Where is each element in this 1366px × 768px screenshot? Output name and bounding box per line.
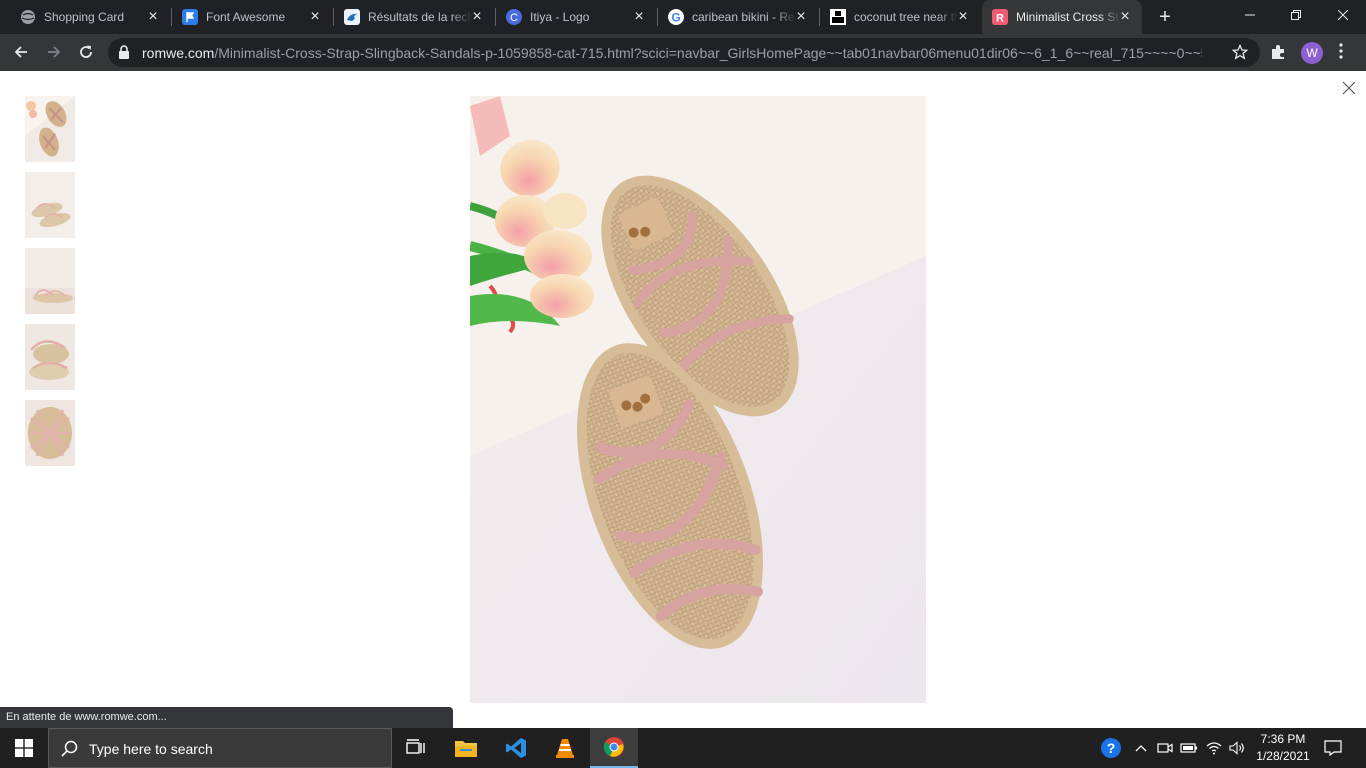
tab-title: Shopping Card [44, 10, 125, 24]
romwe-icon: R [992, 9, 1008, 25]
close-window-icon [1338, 10, 1348, 20]
minimize-icon [1245, 14, 1255, 16]
vlc-cone-icon [556, 739, 574, 758]
new-tab-button[interactable]: + [1155, 7, 1175, 27]
folder-icon [455, 741, 477, 757]
speaker-icon [1229, 741, 1244, 755]
status-bar: En attente de www.romwe.com... [0, 707, 453, 728]
address-bar[interactable]: romwe.com/Minimalist-Cross-Strap-Slingba… [108, 38, 1260, 67]
notification-icon [1324, 740, 1342, 756]
back-button[interactable] [7, 38, 35, 66]
restore-icon [1291, 10, 1301, 20]
tab-minimalist-cross[interactable]: R Minimalist Cross Strap Slingback Sanda… [982, 0, 1142, 34]
url-host: romwe.com [142, 45, 215, 61]
taskbar-search-box[interactable]: Type here to search [48, 728, 392, 768]
bird-icon [344, 9, 360, 25]
thumbnail-5[interactable] [25, 400, 75, 466]
thumbnail-4[interactable] [25, 324, 75, 390]
task-view-button[interactable] [392, 728, 440, 768]
unsplash-icon [830, 9, 846, 25]
tab-title: Itiya - Logo [530, 10, 590, 24]
camera-icon [1157, 743, 1173, 753]
task-view-icon [406, 739, 425, 754]
thumbnail-1[interactable] [25, 96, 75, 162]
vscode-icon [506, 738, 526, 758]
forward-button[interactable] [40, 38, 68, 66]
chevron-up-icon [1135, 745, 1147, 752]
network-button[interactable] [1205, 728, 1223, 768]
globe-icon [20, 9, 36, 25]
search-placeholder: Type here to search [89, 741, 213, 757]
profile-avatar[interactable]: W [1301, 42, 1323, 64]
lock-icon [118, 45, 130, 64]
tab-title: coconut tree near the beach [854, 10, 958, 24]
file-explorer-button[interactable] [442, 728, 490, 768]
battery-icon [1180, 743, 1197, 753]
tab-title: Résultats de la recherche [368, 10, 472, 24]
search-icon [61, 740, 79, 763]
tab-title: caribean bikini - Recherche Google [692, 10, 796, 24]
close-icon[interactable]: × [956, 9, 970, 25]
close-icon[interactable]: × [308, 9, 322, 25]
chrome-button[interactable] [590, 728, 638, 768]
back-arrow-icon [14, 46, 27, 58]
svg-text:G: G [671, 11, 680, 25]
close-icon[interactable]: × [146, 9, 160, 25]
clock-time: 7:36 PM [1260, 732, 1306, 746]
tab-coconut-tree[interactable]: coconut tree near the beach × [820, 0, 980, 34]
minimize-button[interactable] [1227, 0, 1273, 30]
main-product-image [470, 96, 926, 703]
volume-button[interactable] [1228, 728, 1246, 768]
menu-dots-icon[interactable] [1339, 43, 1343, 64]
chrome-icon [603, 737, 624, 757]
close-icon [1342, 81, 1356, 95]
windows-taskbar: Type here to search ? 7:36 PM 1/28/2021 [0, 728, 1366, 768]
reload-icon [80, 45, 92, 58]
svg-text:C: C [510, 12, 518, 24]
reload-button[interactable] [72, 38, 100, 66]
tab-title: Minimalist Cross Strap Slingback Sandals [1016, 10, 1120, 24]
meet-now-button[interactable] [1156, 728, 1174, 768]
extensions-puzzle-icon[interactable] [1270, 44, 1286, 65]
wifi-icon [1206, 742, 1222, 755]
close-viewer-button[interactable] [1341, 80, 1357, 96]
clock[interactable]: 7:36 PM 1/28/2021 [1248, 731, 1318, 765]
tab-caribean-bikini[interactable]: G caribean bikini - Recherche Google × [658, 0, 818, 34]
product-image-viewer: En attente de www.romwe.com... [0, 71, 1366, 728]
battery-button[interactable] [1179, 728, 1199, 768]
vscode-button[interactable] [492, 728, 540, 768]
windows-logo-icon [15, 739, 33, 757]
svg-text:?: ? [1107, 740, 1116, 756]
tab-strip: Shopping Card × Font Awesome × Résultats… [0, 0, 1366, 34]
close-icon[interactable]: × [632, 9, 646, 25]
close-icon[interactable]: × [470, 9, 484, 25]
c-logo-icon: C [506, 9, 522, 25]
close-window-button[interactable] [1320, 0, 1366, 30]
forward-arrow-icon [48, 46, 61, 58]
browser-toolbar: romwe.com/Minimalist-Cross-Strap-Slingba… [0, 34, 1366, 71]
tab-title: Font Awesome [206, 10, 286, 24]
notifications-button[interactable] [1318, 728, 1348, 768]
start-button[interactable] [0, 728, 48, 768]
tab-itiya-logo[interactable]: C Itiya - Logo × [496, 0, 656, 34]
thumbnail-2[interactable] [25, 172, 75, 238]
help-tray-button[interactable]: ? [1099, 728, 1123, 768]
tab-font-awesome[interactable]: Font Awesome × [172, 0, 332, 34]
vlc-button[interactable] [541, 728, 589, 768]
show-hidden-icons-button[interactable] [1132, 728, 1150, 768]
restore-button[interactable] [1273, 0, 1319, 30]
tab-shopping-card[interactable]: Shopping Card × [0, 0, 170, 34]
help-icon: ? [1101, 738, 1121, 758]
url-text: romwe.com/Minimalist-Cross-Strap-Slingba… [142, 45, 1202, 61]
url-path: /Minimalist-Cross-Strap-Slingback-Sandal… [214, 45, 1202, 61]
thumbnail-3[interactable] [25, 248, 75, 314]
close-icon[interactable]: × [794, 9, 808, 25]
clock-date: 1/28/2021 [1256, 749, 1310, 763]
google-icon: G [668, 9, 684, 25]
flag-icon [182, 9, 198, 25]
close-icon[interactable]: × [1118, 9, 1132, 25]
bookmark-star-icon[interactable] [1231, 43, 1249, 65]
svg-text:R: R [996, 13, 1004, 25]
tab-resultats[interactable]: Résultats de la recherche × [334, 0, 494, 34]
